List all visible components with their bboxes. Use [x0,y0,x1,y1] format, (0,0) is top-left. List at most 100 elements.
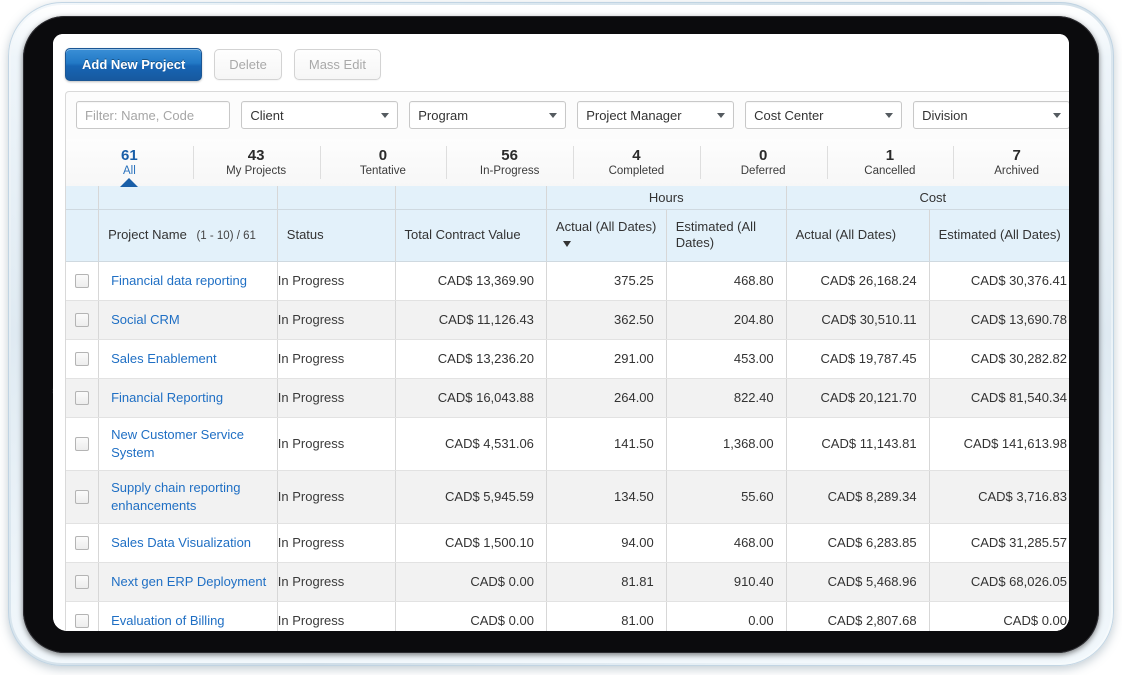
division-filter-label: Division [922,107,968,123]
status-filter-tabs: 61 All 43 My Projects 0 Tentative 56 In-Progres… [65,139,1069,187]
status-tab-count: 56 [501,146,518,164]
project-name-link[interactable]: Financial data reporting [111,272,277,290]
client-filter-select[interactable]: Client [241,101,399,129]
project-name-link[interactable]: Sales Enablement [111,350,277,368]
hours-actual-cell: 375.25 [546,261,667,301]
row-select-cell[interactable] [66,470,100,524]
division-filter-select[interactable]: Division [913,101,1069,129]
total-contract-value-cell: CAD$ 16,043.88 [395,378,547,418]
table-row[interactable]: Sales Data Visualization In Progress CAD$ … [66,523,1069,563]
column-header-project-name[interactable]: Project Name (1 - 10) / 61 [98,209,278,262]
group-header-blank-select [66,186,100,210]
hours-estimated-cell: 453.00 [666,339,787,379]
project-manager-filter-select[interactable]: Project Manager [577,101,735,129]
total-contract-value-cell: CAD$ 11,126.43 [395,300,547,340]
row-checkbox[interactable] [75,391,90,406]
status-tab-tentative[interactable]: 0 Tentative [319,139,447,186]
status-tab-in-progress[interactable]: 56 In-Progress [446,139,573,186]
hours-estimated-cell: 1,368.00 [666,417,787,471]
row-select-cell[interactable] [66,601,100,631]
column-header-cost-estimated[interactable]: Estimated (All Dates) [929,209,1069,262]
row-select-cell[interactable] [66,339,100,379]
table-row[interactable]: Next gen ERP Deployment In Progress CAD$ 0… [66,562,1069,602]
status-tab-count: 1 [885,146,895,164]
table-row[interactable]: Financial Reporting In Progress CAD$ 16,04… [66,378,1069,418]
column-header-total-contract-value[interactable]: Total Contract Value [395,209,547,262]
search-input[interactable]: Filter: Name, Code [76,101,231,129]
status-tab-archived[interactable]: 7 Archived [953,139,1069,186]
row-select-cell[interactable] [66,378,100,418]
project-name-link[interactable]: Social CRM [111,311,277,329]
hours-actual-cell: 141.50 [546,417,667,471]
row-checkbox[interactable] [75,352,90,367]
delete-button[interactable]: Delete [214,49,282,80]
cost-actual-cell: CAD$ 8,289.34 [786,470,930,524]
table-row[interactable]: Evaluation of Billing In Progress CAD$ 0.0… [66,601,1069,631]
project-name-link[interactable]: Evaluation of Billing [111,612,277,630]
project-name-range-label: (1 - 10) / 61 [196,229,256,242]
project-name-link[interactable]: Supply chain reporting enhancements [111,479,277,514]
row-checkbox[interactable] [75,437,90,452]
status-tab-label: Cancelled [864,165,916,178]
row-checkbox[interactable] [75,490,90,505]
status-cell: In Progress [277,523,396,563]
status-tab-deferred[interactable]: 0 Deferred [699,139,827,186]
column-header-status[interactable]: Status [277,209,396,262]
table-row[interactable]: Financial data reporting In Progress CAD$ … [66,261,1069,301]
add-new-project-button[interactable]: Add New Project [65,48,203,81]
column-header-cost-actual[interactable]: Actual (All Dates) [786,209,930,262]
row-checkbox[interactable] [75,575,90,590]
hours-actual-cell: 134.50 [546,470,667,524]
row-select-cell[interactable] [66,300,100,340]
device-stage: Add New Project Delete Mass Edit Filter:… [0,0,1122,675]
sort-descending-icon[interactable] [562,240,571,247]
hours-estimated-cell: 468.80 [666,261,787,301]
total-contract-value-cell: CAD$ 4,531.06 [395,417,547,471]
cost-actual-cell: CAD$ 26,168.24 [786,261,930,301]
status-tab-label: Deferred [740,165,786,178]
status-tab-completed[interactable]: 4 Completed [573,139,700,186]
column-header-hours-estimated[interactable]: Estimated (All Dates) [666,209,787,262]
cost-actual-cell: CAD$ 2,807.68 [786,601,930,631]
mass-edit-button[interactable]: Mass Edit [293,49,381,80]
status-tab-my-projects[interactable]: 43 My Projects [192,139,320,186]
table-row[interactable]: Social CRM In Progress CAD$ 11,126.43 362.5… [66,300,1069,340]
program-filter-select[interactable]: Program [409,101,567,129]
row-select-cell[interactable] [66,562,100,602]
row-checkbox[interactable] [75,313,90,328]
column-header-hours-actual[interactable]: Actual (All Dates) [546,209,667,262]
table-row[interactable]: Supply chain reporting enhancements In Pr… [66,470,1069,524]
status-tab-count: 7 [1012,146,1021,164]
table-body: Financial data reporting In Progress CAD$ … [66,261,1069,631]
hours-estimated-cell: 204.80 [666,300,787,340]
row-checkbox[interactable] [75,614,90,629]
project-name-link[interactable]: Financial Reporting [111,389,277,407]
hours-estimated-cell: 910.40 [666,562,787,602]
project-name-link[interactable]: Next gen ERP Deployment [111,573,277,591]
status-cell: In Progress [277,417,396,471]
cost-center-filter-select[interactable]: Cost Center [745,101,903,129]
status-tab-label: Completed [608,165,665,178]
project-name-link[interactable]: New Customer Service System [111,426,277,461]
status-tab-cancelled[interactable]: 1 Cancelled [826,139,954,186]
column-header-project-name-label: Project Name [108,226,187,242]
status-tab-count: 4 [632,146,641,164]
row-select-cell[interactable] [66,523,100,563]
row-checkbox[interactable] [75,274,90,289]
cost-estimated-cell: CAD$ 13,690.78 [929,300,1069,340]
row-checkbox[interactable] [75,536,90,551]
select-all-header[interactable] [66,209,100,262]
table-row[interactable]: Sales Enablement In Progress CAD$ 13,236.2… [66,339,1069,379]
row-select-cell[interactable] [66,417,100,471]
status-tab-all[interactable]: 61 All [66,139,193,187]
table-row[interactable]: New Customer Service System In Progress CA… [66,417,1069,471]
project-name-link[interactable]: Sales Data Visualization [111,534,277,552]
status-cell: In Progress [277,601,396,631]
project-name-cell: Evaluation of Billing [98,601,278,631]
hours-estimated-cell: 0.00 [666,601,787,631]
status-cell: In Progress [277,562,396,602]
filter-bar: Filter: Name, Code Client Program Projec… [65,91,1069,139]
row-select-cell[interactable] [66,261,100,301]
group-header-blank-status [277,186,396,210]
cost-estimated-cell: CAD$ 0.00 [929,601,1069,631]
